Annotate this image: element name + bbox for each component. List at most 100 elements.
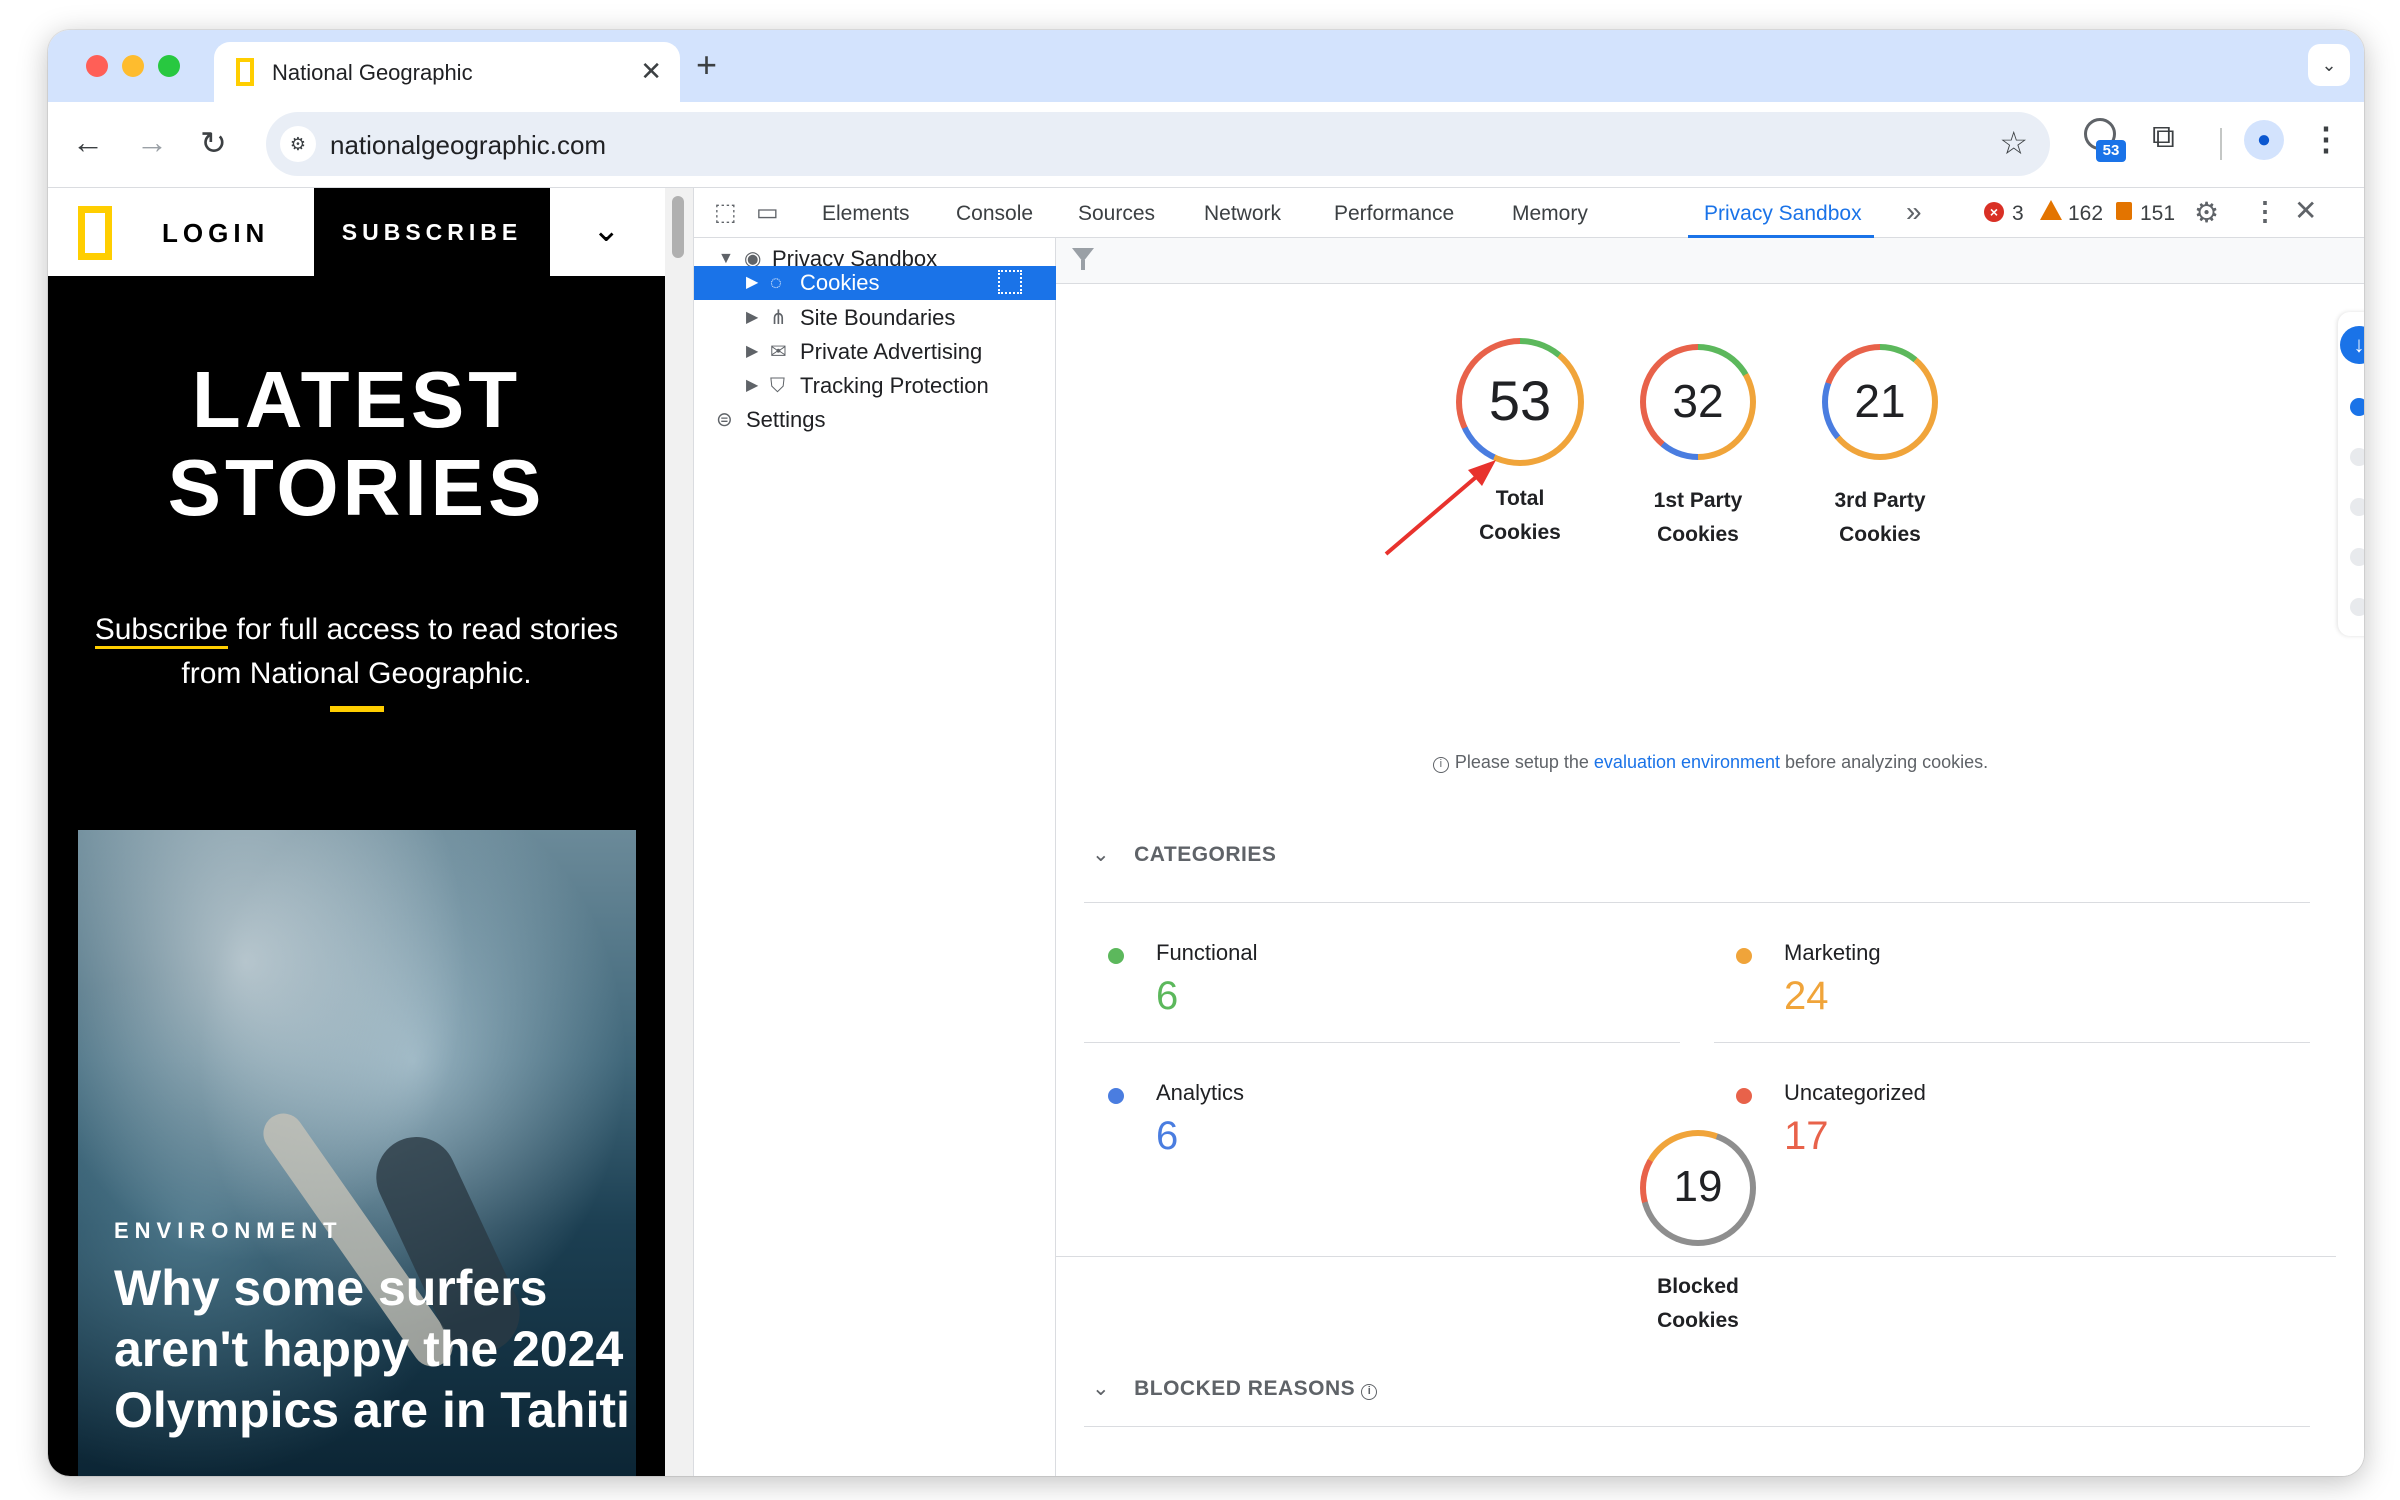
total-cookies-ring: 53: [1456, 338, 1584, 466]
category-marketing[interactable]: Marketing 24: [1736, 940, 2236, 1030]
tab-memory[interactable]: Memory: [1512, 202, 1588, 226]
error-count[interactable]: 3: [2012, 202, 2024, 226]
devtools-panel: ⬚ ▭ Elements Console Sources Network Per…: [693, 188, 2364, 1476]
category-divider: [1714, 1042, 2310, 1043]
rail-dot[interactable]: [2350, 498, 2364, 516]
profile-avatar-icon[interactable]: ●: [2244, 120, 2284, 160]
cookie-inspect-icon[interactable]: [998, 270, 1022, 294]
yellow-divider: [330, 706, 384, 712]
warning-icon[interactable]: [2040, 200, 2062, 220]
natgeo-logo[interactable]: [78, 206, 112, 260]
collapsed-triangle-icon: ▶: [746, 309, 759, 326]
filter-bar: [1056, 238, 2364, 284]
info-icon: i: [1432, 757, 1449, 773]
category-value: 24: [1784, 974, 1829, 1018]
third-party-count: 21: [1854, 375, 1906, 427]
site-scrollbar[interactable]: [665, 188, 693, 1476]
tab-performance[interactable]: Performance: [1334, 202, 1454, 226]
tab-search-button[interactable]: ⌄: [2308, 44, 2350, 86]
tab-console[interactable]: Console: [956, 202, 1033, 226]
bookmark-star-icon[interactable]: ☆: [1999, 124, 2028, 162]
category-analytics[interactable]: Analytics 6: [1108, 1080, 1608, 1170]
reload-icon[interactable]: ↻: [200, 124, 227, 162]
browser-tab[interactable]: National Geographic ✕: [214, 42, 680, 102]
natgeo-favicon-icon: [236, 58, 254, 86]
shield-icon: ⛉: [770, 375, 785, 397]
category-divider: [1084, 1042, 1680, 1043]
devtools-menu-icon[interactable]: ⋮: [2252, 196, 2278, 227]
download-icon[interactable]: ↓: [2340, 326, 2364, 364]
issues-icon[interactable]: [2116, 202, 2132, 220]
category-uncategorized[interactable]: Uncategorized 17: [1736, 1080, 2236, 1170]
menu-chevron-icon[interactable]: ⌄: [592, 210, 621, 250]
cookies-overview-panel: 53 Total Cookies 32 1st Party Cookies 21: [1056, 238, 2364, 1476]
tab-elements[interactable]: Elements: [822, 202, 910, 226]
new-tab-button[interactable]: +: [696, 44, 717, 86]
site-scroll-thumb[interactable]: [672, 196, 684, 258]
close-window-button[interactable]: [86, 55, 108, 77]
rail-dot[interactable]: [2350, 598, 2364, 616]
more-tabs-icon[interactable]: »: [1906, 196, 1922, 228]
inspect-element-icon[interactable]: ⬚: [714, 198, 737, 227]
issues-count[interactable]: 151: [2140, 202, 2175, 226]
privacy-sandbox-sidebar: ▼ ◉ Privacy Sandbox ▶ ◌ Cookies ▶ ⋔ Site…: [694, 238, 1056, 1476]
tab-sources[interactable]: Sources: [1078, 202, 1155, 226]
minimize-window-button[interactable]: [122, 55, 144, 77]
rail-dot[interactable]: [2350, 448, 2364, 466]
warning-count[interactable]: 162: [2068, 202, 2103, 226]
forward-arrow-icon[interactable]: →: [136, 124, 168, 161]
first-party-label-line-2: Cookies: [1657, 523, 1739, 546]
toolbar-divider: [2220, 128, 2222, 160]
rail-dot-active[interactable]: [2350, 398, 2364, 416]
error-icon[interactable]: ×: [1984, 202, 2004, 222]
close-devtools-icon[interactable]: ✕: [2294, 194, 2317, 227]
story-headline[interactable]: Why some surfers aren't happy the 2024 O…: [114, 1258, 634, 1441]
filter-funnel-stem: [1081, 260, 1085, 270]
third-party-label: 3rd Party Cookies: [1800, 484, 1960, 552]
extension-count-badge: 53: [2096, 140, 2126, 162]
blocked-label-line-2: Cookies: [1657, 1309, 1739, 1332]
device-toolbar-icon[interactable]: ▭: [756, 198, 779, 227]
evaluation-notice: i Please setup the evaluation environment…: [1056, 752, 2364, 773]
tree-item-tracking-protection[interactable]: ▶ ⛉ Tracking Protection: [694, 369, 1056, 403]
blocked-reasons-toggle[interactable]: ⌄ BLOCKED REASONS i: [1092, 1376, 1383, 1401]
first-party-ring: 32: [1640, 344, 1756, 460]
tree-item-cookies[interactable]: ▶ ◌ Cookies: [694, 266, 1056, 300]
url-text[interactable]: nationalgeographic.com: [330, 130, 606, 161]
subscribe-link[interactable]: Subscribe: [94, 613, 229, 649]
settings-toggle-icon: ⊜: [716, 409, 733, 431]
categories-section-toggle[interactable]: ⌄ CATEGORIES: [1092, 842, 1276, 867]
browser-menu-icon[interactable]: ⋮: [2310, 120, 2342, 158]
tab-privacy-sandbox[interactable]: Privacy Sandbox: [1704, 202, 1862, 226]
evaluation-environment-link[interactable]: evaluation environment: [1594, 752, 1780, 772]
extensions-puzzle-icon[interactable]: ⧉: [2152, 118, 2175, 156]
notice-text-before: Please setup the: [1454, 752, 1594, 772]
tab-network[interactable]: Network: [1204, 202, 1281, 226]
category-functional[interactable]: Functional 6: [1108, 940, 1608, 1030]
settings-gear-icon[interactable]: ⚙: [2194, 196, 2219, 229]
third-party-label-line-2: Cookies: [1839, 523, 1921, 546]
login-link[interactable]: LOGIN: [162, 218, 269, 249]
address-bar[interactable]: ⚙ nationalgeographic.com ☆: [266, 112, 2050, 176]
tree-item-site-boundaries[interactable]: ▶ ⋔ Site Boundaries: [694, 301, 1056, 335]
tree-item-settings[interactable]: ⊜ Settings: [694, 403, 1056, 437]
chevron-down-icon: ⌄: [1092, 1377, 1111, 1400]
site-info-icon[interactable]: ⚙: [280, 126, 316, 162]
tab-title: National Geographic: [272, 60, 473, 85]
maximize-window-button[interactable]: [158, 55, 180, 77]
back-arrow-icon[interactable]: ←: [72, 124, 104, 161]
subscribe-button[interactable]: SUBSCRIBE: [314, 188, 550, 276]
advertising-icon: ✉: [770, 341, 787, 363]
section-divider: [1056, 1256, 2336, 1257]
tab-strip: National Geographic ✕ + ⌄: [48, 30, 2364, 102]
tab-close-icon[interactable]: ✕: [640, 56, 662, 87]
rail-dot[interactable]: [2350, 548, 2364, 566]
tree-item-private-advertising[interactable]: ▶ ✉ Private Advertising: [694, 335, 1056, 369]
story-kicker[interactable]: ENVIRONMENT: [114, 1218, 343, 1244]
first-party-count: 32: [1672, 375, 1724, 427]
section-divider: [1084, 1426, 2310, 1427]
site-header: LOGIN SUBSCRIBE ⌄: [48, 188, 665, 276]
cookie-extension-button[interactable]: 53: [2082, 116, 2126, 166]
info-icon[interactable]: i: [1361, 1384, 1378, 1400]
tree-label-private-advertising: Private Advertising: [800, 339, 983, 364]
